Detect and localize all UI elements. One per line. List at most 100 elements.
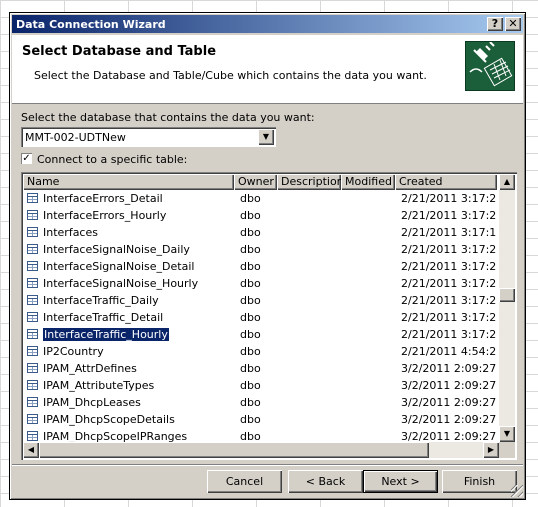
vertical-scrollbar[interactable]: ▲ ▼	[499, 174, 515, 442]
title-bar[interactable]: Data Connection Wizard ? ✕	[12, 15, 523, 33]
table-name: InterfaceTraffic_Daily	[43, 294, 159, 307]
data-connection-wizard-dialog: Data Connection Wizard ? ✕ Select Databa…	[9, 12, 526, 500]
database-select-value: MMT-002-UDTNew	[25, 131, 126, 144]
data-connection-wizard-icon	[465, 41, 515, 91]
scrollbar-corner	[499, 442, 515, 458]
back-button[interactable]: < Back	[288, 470, 363, 493]
table-row[interactable]: InterfaceErrors_Hourly dbo 2/21/2011 3:17:…	[23, 207, 497, 224]
specific-table-checkbox[interactable]: ✓	[21, 153, 32, 164]
table-owner: dbo	[240, 396, 261, 409]
specific-table-label: Connect to a specific table:	[37, 153, 188, 166]
table-row[interactable]: IPAM_AttrDefines dbo 3/2/2011 2:09:27 PM	[23, 360, 497, 377]
horizontal-scroll-thumb[interactable]	[39, 442, 429, 458]
table-name: InterfaceTraffic_Hourly	[43, 328, 170, 341]
table-owner: dbo	[240, 192, 261, 205]
table-icon	[27, 244, 38, 254]
table-created: 2/21/2011 3:17:20 P	[401, 328, 497, 341]
table-icon	[27, 363, 38, 373]
table-row[interactable]: InterfaceTraffic_Hourly dbo 2/21/2011 3:17…	[23, 326, 497, 343]
database-label: Select the database that contains the da…	[21, 111, 315, 124]
table-name: InterfaceSignalNoise_Hourly	[43, 277, 199, 290]
table-created: 3/2/2011 2:09:27 PM	[401, 413, 497, 426]
table-name: IPAM_DhcpLeases	[43, 396, 141, 409]
scroll-down-icon[interactable]: ▼	[499, 426, 515, 442]
table-name: InterfaceSignalNoise_Daily	[43, 243, 190, 256]
table-created: 2/21/2011 3:17:20 P	[401, 209, 497, 222]
vertical-scroll-thumb[interactable]	[499, 288, 515, 302]
next-button[interactable]: Next >	[363, 470, 438, 493]
close-button[interactable]: ✕	[505, 17, 521, 31]
table-created: 3/2/2011 2:09:27 PM	[401, 362, 497, 375]
help-button[interactable]: ?	[487, 17, 503, 31]
table-name: IP2Country	[43, 345, 104, 358]
table-owner: dbo	[240, 311, 261, 324]
table-owner: dbo	[240, 413, 261, 426]
header-panel: Select Database and Table Select the Dat…	[12, 35, 523, 104]
column-header-description[interactable]: Description	[277, 174, 341, 190]
table-icon	[27, 380, 38, 390]
table-row[interactable]: InterfaceTraffic_Detail dbo 2/21/2011 3:17…	[23, 309, 497, 326]
dropdown-arrow-icon[interactable]: ▼	[258, 129, 274, 145]
window-title: Data Connection Wizard	[16, 18, 166, 31]
table-owner: dbo	[240, 226, 261, 239]
table-created: 2/21/2011 3:17:20 P	[401, 260, 497, 273]
table-icon	[27, 261, 38, 271]
table-row[interactable]: IPAM_AttributeTypes dbo 3/2/2011 2:09:27 P…	[23, 377, 497, 394]
table-icon	[27, 414, 38, 424]
table-row[interactable]: IPAM_DhcpScopeDetails dbo 3/2/2011 2:09:27…	[23, 411, 497, 428]
scroll-right-icon[interactable]: ▶	[483, 442, 499, 458]
table-icon	[27, 278, 38, 288]
table-icon	[27, 227, 38, 237]
column-header-name[interactable]: Name	[23, 174, 234, 190]
table-created: 3/2/2011 2:09:27 PM	[401, 396, 497, 409]
table-created: 2/21/2011 4:54:22 P	[401, 345, 497, 358]
table-name: InterfaceSignalNoise_Detail	[43, 260, 195, 273]
table-row[interactable]: InterfaceSignalNoise_Daily dbo 2/21/2011 3…	[23, 241, 497, 258]
cancel-button[interactable]: Cancel	[207, 470, 282, 493]
table-owner: dbo	[240, 362, 261, 375]
table-icon	[27, 431, 38, 441]
table-row[interactable]: InterfaceSignalNoise_Detail dbo 2/21/2011 …	[23, 258, 497, 275]
table-icon	[27, 295, 38, 305]
table-name: InterfaceTraffic_Detail	[43, 311, 164, 324]
table-created: 2/21/2011 3:17:20 P	[401, 277, 497, 290]
column-header-created[interactable]: Created	[395, 174, 497, 190]
button-separator	[12, 464, 523, 466]
table-owner: dbo	[240, 209, 261, 222]
table-row[interactable]: InterfaceTraffic_Daily dbo 2/21/2011 3:17:…	[23, 292, 497, 309]
resize-grip-icon[interactable]	[511, 485, 523, 497]
table-row[interactable]: Interfaces dbo 2/21/2011 3:17:19 P	[23, 224, 497, 241]
table-owner: dbo	[240, 260, 261, 273]
table-row[interactable]: InterfaceSignalNoise_Hourly dbo 2/21/2011 …	[23, 275, 497, 292]
table-icon	[27, 329, 38, 339]
table-created: 2/21/2011 3:17:20 P	[401, 243, 497, 256]
horizontal-scrollbar[interactable]: ◀ ▶	[23, 442, 499, 458]
table-icon	[27, 193, 38, 203]
table-list[interactable]: Name Owner Description Modified Created …	[21, 172, 517, 460]
table-icon	[27, 397, 38, 407]
column-header-owner[interactable]: Owner	[234, 174, 277, 190]
table-created: 2/21/2011 3:17:19 P	[401, 226, 497, 239]
column-header-modified[interactable]: Modified	[341, 174, 395, 190]
table-icon	[27, 210, 38, 220]
database-select[interactable]: MMT-002-UDTNew ▼	[21, 127, 276, 147]
table-icon	[27, 346, 38, 356]
table-name: InterfaceErrors_Detail	[43, 192, 163, 205]
table-list-rows: InterfaceErrors_Detail dbo 2/21/2011 3:17:…	[23, 190, 497, 445]
table-row[interactable]: IPAM_DhcpLeases dbo 3/2/2011 2:09:27 PM	[23, 394, 497, 411]
finish-button[interactable]: Finish	[442, 470, 517, 493]
table-row[interactable]: IP2Country dbo 2/21/2011 4:54:22 P	[23, 343, 497, 360]
table-icon	[27, 312, 38, 322]
table-owner: dbo	[240, 243, 261, 256]
scroll-up-icon[interactable]: ▲	[499, 174, 515, 190]
scroll-left-icon[interactable]: ◀	[23, 442, 39, 458]
page-title: Select Database and Table	[22, 44, 217, 59]
table-name: Interfaces	[43, 226, 98, 239]
table-name: IPAM_AttrDefines	[43, 362, 137, 375]
table-owner: dbo	[240, 294, 261, 307]
table-created: 3/2/2011 2:09:27 PM	[401, 379, 497, 392]
table-row[interactable]: InterfaceErrors_Detail dbo 2/21/2011 3:17:…	[23, 190, 497, 207]
table-name: InterfaceErrors_Hourly	[43, 209, 167, 222]
table-owner: dbo	[240, 379, 261, 392]
page-description: Select the Database and Table/Cube which…	[34, 69, 427, 82]
